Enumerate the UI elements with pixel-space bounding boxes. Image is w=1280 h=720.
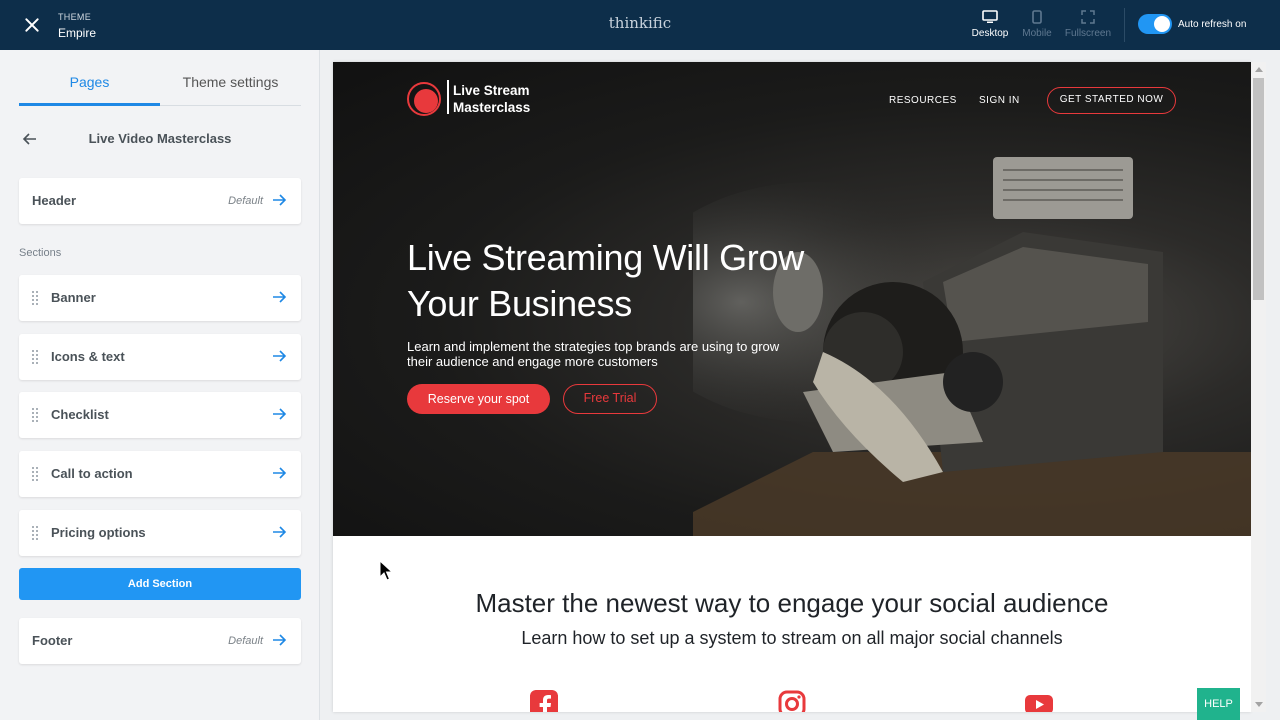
section-card-pricing-options[interactable]: Pricing options	[19, 510, 301, 556]
logo-text: Live Stream Masterclass	[453, 83, 531, 115]
get-started-button[interactable]: GET STARTED NOW	[1047, 87, 1176, 114]
tab-theme-settings[interactable]: Theme settings	[160, 74, 301, 90]
section-heading: Master the newest way to engage your soc…	[475, 588, 1109, 618]
auto-refresh-toggle[interactable]	[1138, 14, 1172, 34]
drag-handle-icon[interactable]	[32, 467, 40, 481]
topbar-divider	[1124, 8, 1125, 42]
arrow-right-icon	[273, 408, 287, 420]
top-bar: THEME Empire thinkific Desktop Mobile Fu…	[0, 0, 1280, 50]
desktop-icon	[982, 10, 998, 23]
add-section-button[interactable]: Add Section	[19, 568, 301, 600]
page-preview[interactable]: Live Stream Masterclass RESOURCES SIGN I…	[333, 62, 1251, 712]
scroll-down-icon[interactable]	[1255, 702, 1263, 707]
thinkific-logo: thinkific	[608, 14, 672, 32]
section-label: Checklist	[51, 407, 109, 422]
mobile-icon	[1032, 10, 1042, 24]
sections-heading: Sections	[19, 247, 62, 259]
nav-sign-in[interactable]: SIGN IN	[979, 95, 1020, 106]
header-label: Header	[32, 193, 77, 208]
desktop-view-label: Desktop	[971, 28, 1009, 39]
sidebar-tabs: Pages Theme settings	[19, 50, 301, 106]
section-label: Banner	[51, 290, 96, 305]
arrow-right-icon	[273, 194, 287, 206]
arrow-right-icon	[273, 526, 287, 538]
section-label: Pricing options	[51, 525, 146, 540]
record-icon	[407, 82, 441, 116]
hero-subtitle: Learn and implement the strategies top b…	[407, 339, 780, 369]
hero-title: Live Streaming Will Grow Your Business	[407, 237, 804, 324]
logo-divider	[447, 80, 449, 114]
instagram-icon	[778, 690, 806, 712]
youtube-icon	[1025, 695, 1053, 712]
drag-handle-icon[interactable]	[32, 350, 40, 364]
arrow-right-icon	[273, 350, 287, 362]
facebook-icon	[530, 690, 558, 712]
sidebar: Pages Theme settings Live Video Mastercl…	[0, 50, 320, 720]
theme-caption: THEME	[58, 12, 91, 22]
footer-label: Footer	[32, 633, 73, 648]
scroll-thumb[interactable]	[1253, 78, 1264, 300]
free-trial-button[interactable]: Free Trial	[563, 384, 657, 414]
section-subheading: Learn how to set up a system to stream o…	[521, 628, 1063, 648]
active-tab-indicator	[19, 103, 160, 106]
tab-pages[interactable]: Pages	[19, 74, 160, 90]
drag-handle-icon[interactable]	[32, 526, 40, 540]
drag-handle-icon[interactable]	[32, 291, 40, 305]
header-status: Default	[228, 195, 263, 207]
section-card-banner[interactable]: Banner	[19, 275, 301, 321]
close-icon[interactable]	[20, 13, 44, 37]
scroll-up-icon[interactable]	[1255, 67, 1263, 72]
mouse-cursor-icon	[379, 560, 393, 581]
theme-name: Empire	[58, 26, 97, 40]
arrow-right-icon	[273, 467, 287, 479]
section-label: Call to action	[51, 466, 133, 481]
section-label: Icons & text	[51, 349, 125, 364]
hero-banner[interactable]: Live Stream Masterclass RESOURCES SIGN I…	[333, 62, 1251, 536]
reserve-spot-button[interactable]: Reserve your spot	[407, 384, 550, 414]
section-card-checklist[interactable]: Checklist	[19, 392, 301, 438]
drag-handle-icon[interactable]	[32, 408, 40, 422]
nav-resources[interactable]: RESOURCES	[889, 95, 957, 106]
preview-scrollbar[interactable]	[1251, 62, 1266, 712]
arrow-right-icon	[273, 291, 287, 303]
fullscreen-icon	[1081, 10, 1095, 24]
footer-status: Default	[228, 635, 263, 647]
mobile-view-label: Mobile	[1022, 28, 1052, 39]
fullscreen-view-label: Fullscreen	[1064, 28, 1112, 39]
help-button[interactable]: HELP	[1197, 688, 1240, 720]
arrow-right-icon	[273, 634, 287, 646]
footer-card[interactable]: Footer Default	[19, 618, 301, 664]
section-card-icons-text[interactable]: Icons & text	[19, 334, 301, 380]
section-card-call-to-action[interactable]: Call to action	[19, 451, 301, 497]
auto-refresh-label: Auto refresh on	[1178, 19, 1247, 30]
fullscreen-view-button[interactable]: Fullscreen	[1058, 10, 1118, 39]
header-card[interactable]: Header Default	[19, 178, 301, 224]
page-title: Live Video Masterclass	[88, 131, 232, 146]
